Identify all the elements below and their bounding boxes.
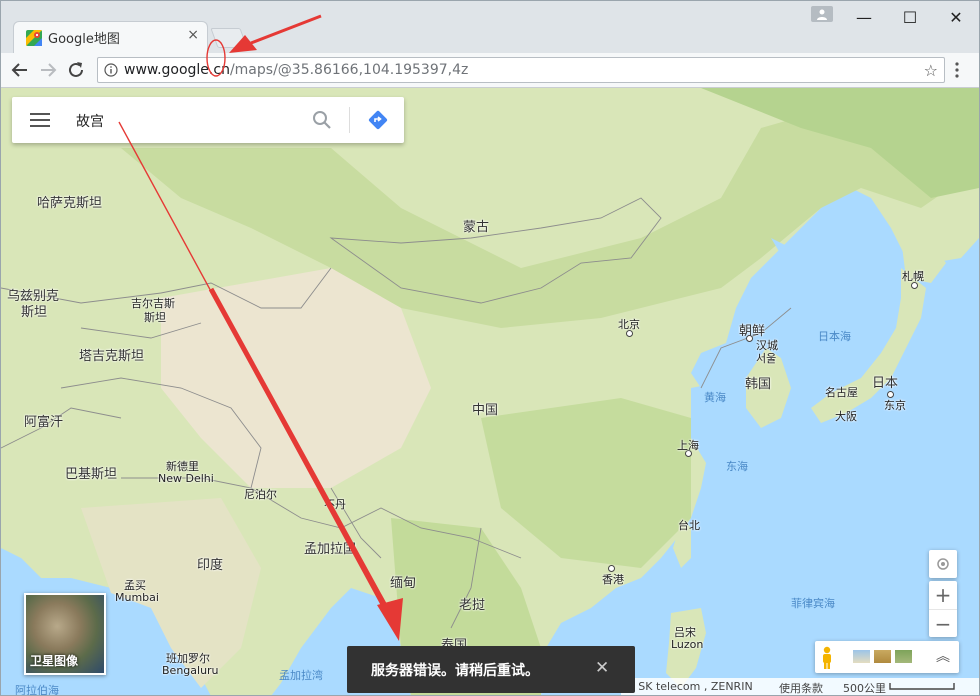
zoom-out-button[interactable]: − xyxy=(929,609,957,638)
label-uzbekistan-2: 斯坦 xyxy=(21,305,48,320)
search-box xyxy=(12,97,404,143)
imagery-thumbnail-1[interactable] xyxy=(853,650,870,663)
label-luzon-en: Luzon xyxy=(671,638,704,651)
label-south-korea: 韩国 xyxy=(745,377,772,392)
label-bangladesh: 孟加拉国 xyxy=(304,542,357,557)
google-maps-icon xyxy=(26,30,42,46)
label-afghanistan: 阿富汗 xyxy=(24,415,64,430)
city-dot-pyongyang xyxy=(746,335,753,342)
label-hongkong: 香港 xyxy=(602,573,624,586)
label-sea-of-japan: 日本海 xyxy=(818,330,851,343)
url-path: /maps/@35.86166,104.195397,4z xyxy=(229,62,469,78)
label-kazakhstan: 哈萨克斯坦 xyxy=(37,196,103,211)
search-input[interactable] xyxy=(74,109,298,133)
my-location-button[interactable] xyxy=(929,550,957,578)
label-yellow-sea: 黄海 xyxy=(704,391,726,404)
zoom-controls: + − xyxy=(929,581,957,637)
label-tokyo: 东京 xyxy=(884,399,906,412)
address-bar[interactable]: www.google.cn/maps/@35.86166,104.195397,… xyxy=(97,57,945,83)
close-window-button[interactable]: ✕ xyxy=(933,1,979,35)
forward-arrow-icon[interactable] xyxy=(37,59,59,81)
tab-title: Google地图 xyxy=(48,32,120,47)
label-osaka: 大阪 xyxy=(835,410,857,423)
attribution-text: e , SK telecom , ZENRIN xyxy=(621,680,753,693)
label-beijing: 北京 xyxy=(618,318,640,331)
browser-menu-icon[interactable] xyxy=(954,61,960,79)
label-myanmar: 缅甸 xyxy=(390,576,417,591)
minimize-button[interactable]: — xyxy=(841,1,887,35)
new-tab-button[interactable] xyxy=(210,28,248,48)
label-japan: 日本 xyxy=(872,376,899,391)
search-icon[interactable] xyxy=(312,110,332,130)
label-sapporo: 札幌 xyxy=(902,270,924,283)
label-pakistan: 巴基斯坦 xyxy=(65,467,118,482)
url-host: www.google.cn xyxy=(124,62,230,78)
scale-label[interactable]: 500公里 xyxy=(843,680,886,695)
satellite-label: 卫星图像 xyxy=(30,654,79,668)
toast-close-button[interactable]: ✕ xyxy=(595,658,609,678)
tab-strip: Google地图 × — ☐ ✕ xyxy=(1,1,979,53)
label-nagoya: 名古屋 xyxy=(825,386,858,399)
label-kyrgyzstan-2: 斯坦 xyxy=(144,311,166,324)
label-india: 印度 xyxy=(197,558,224,573)
label-seoul-kr: 서울 xyxy=(756,352,777,365)
reload-icon[interactable] xyxy=(65,59,87,81)
imagery-thumbnail-3[interactable] xyxy=(895,650,912,663)
label-bhutan: 不丹 xyxy=(324,498,346,511)
label-nepal: 尼泊尔 xyxy=(244,488,277,501)
browser-window: Google地图 × — ☐ ✕ www.google.cn/maps/@35.… xyxy=(0,0,980,696)
location-target-icon xyxy=(937,558,949,570)
info-icon[interactable] xyxy=(104,63,118,77)
zoom-in-button[interactable]: + xyxy=(929,581,957,609)
label-mongolia: 蒙古 xyxy=(463,220,490,235)
label-bengaluru-en: Bengaluru xyxy=(162,664,219,677)
scale-bar xyxy=(889,683,955,690)
menu-icon[interactable] xyxy=(30,113,50,127)
search-divider xyxy=(349,107,350,133)
tab-close-icon[interactable]: × xyxy=(187,27,199,43)
tab-google-maps[interactable]: Google地图 × xyxy=(13,21,208,53)
label-mumbai-en: Mumbai xyxy=(115,591,159,604)
label-east-china-sea: 东海 xyxy=(726,460,748,473)
label-newdelhi-en: New Delhi xyxy=(158,472,214,485)
error-toast: 服务器错误。请稍后重试。 ✕ xyxy=(347,646,635,693)
url-text: www.google.cn/maps/@35.86166,104.195397,… xyxy=(124,62,468,78)
label-tajikistan: 塔吉克斯坦 xyxy=(79,349,145,364)
label-taipei: 台北 xyxy=(678,519,700,532)
label-china: 中国 xyxy=(472,403,499,418)
browser-toolbar: www.google.cn/maps/@35.86166,104.195397,… xyxy=(1,53,979,88)
back-arrow-icon[interactable] xyxy=(9,59,31,81)
label-philippine-sea: 菲律宾海 xyxy=(791,597,835,610)
terms-link[interactable]: 使用条款 xyxy=(779,680,823,695)
label-shanghai: 上海 xyxy=(677,439,699,452)
profile-button[interactable] xyxy=(811,6,833,22)
label-bay-of-bengal: 孟加拉湾 xyxy=(279,669,323,682)
satellite-toggle[interactable]: 卫星图像 xyxy=(24,593,106,675)
label-laos: 老挝 xyxy=(459,598,486,613)
imagery-thumbnail-2[interactable] xyxy=(874,650,891,663)
label-arabian-sea: 阿拉伯海 xyxy=(15,684,59,696)
pegman-icon[interactable] xyxy=(819,646,835,670)
map-footer: e , SK telecom , ZENRIN 使用条款 500公里 xyxy=(621,678,979,695)
expand-chevron-icon[interactable]: ︽ xyxy=(936,646,950,666)
person-icon xyxy=(817,9,827,20)
bookmark-star-icon[interactable]: ☆ xyxy=(924,61,938,80)
directions-icon[interactable] xyxy=(367,109,389,131)
map-canvas[interactable]: 哈萨克斯坦 乌兹别克 斯坦 吉尔吉斯 斯坦 塔吉克斯坦 阿富汗 巴基斯坦 蒙古 … xyxy=(1,88,979,696)
maximize-button[interactable]: ☐ xyxy=(887,1,933,35)
toast-message: 服务器错误。请稍后重试。 xyxy=(371,663,539,679)
